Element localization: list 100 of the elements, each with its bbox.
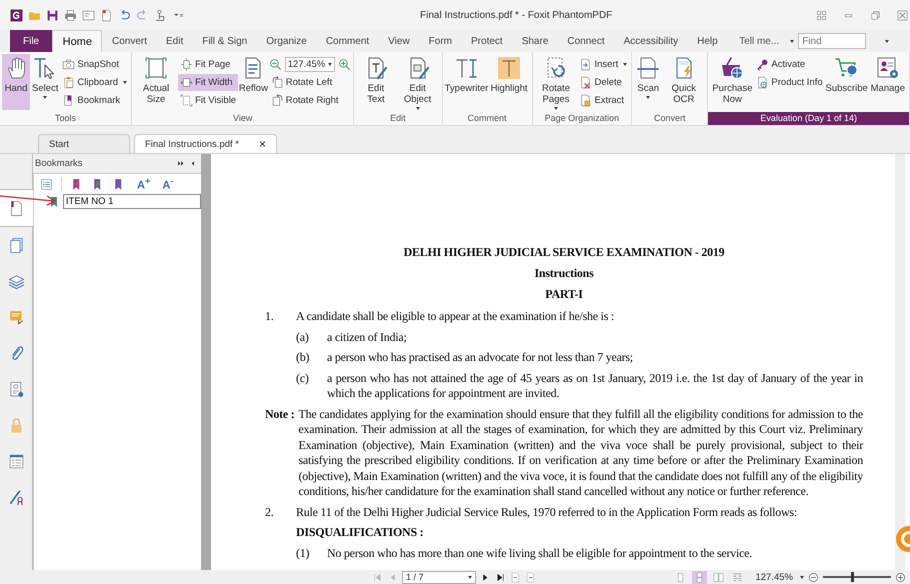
menu-tab[interactable]: Comment: [316, 30, 379, 52]
menu-tab[interactable]: Share: [512, 30, 558, 52]
scrollbar[interactable]: [895, 154, 905, 570]
delete-page-icon: [579, 76, 592, 89]
ribbon-button[interactable]: Highlight: [488, 54, 530, 110]
ribbon-button[interactable]: Rotate Pages: [534, 54, 578, 110]
touch-icon[interactable]: [154, 8, 167, 22]
menu-tab[interactable]: View: [378, 30, 420, 52]
ribbon-button[interactable]: Typewriter: [444, 54, 489, 110]
menu-tab[interactable]: Fill & Sign: [192, 30, 257, 52]
app-logo-icon: [10, 8, 23, 22]
menu-tab[interactable]: Accessibility: [614, 30, 688, 52]
close-tab-button[interactable]: ×: [259, 137, 266, 151]
view-mode-button[interactable]: [692, 570, 708, 584]
ribbon-button[interactable]: Select: [30, 54, 60, 110]
facing-page-icon: [713, 572, 724, 582]
restore-icon[interactable]: [870, 10, 881, 20]
printer-icon[interactable]: [64, 8, 77, 22]
basket-icon: [720, 56, 744, 80]
ribbon-button[interactable]: Scan: [634, 54, 662, 110]
document-tab[interactable]: Final Instructions.pdf * ×: [134, 134, 278, 153]
ribbon-button[interactable]: Hand: [2, 54, 30, 110]
menu-tab[interactable]: Home: [52, 30, 102, 52]
caret-icon[interactable]: [328, 63, 332, 66]
paragraph: The candidates applying for the examination should ensure that they fulfill all the eligibility conditions for admission to the examination. Their admission at all the stages of examination, for which they are admitted by this Court viz. Preliminary Examination (objective), Main Examination (written) and the viva voce shall be purely provisional, subject to their satisfying the prescribed eligibility conditions. If on verification at any time before or after the Preliminary Examination (objective), Main Examination (written) and the viva voce, it is found that the candidate does not fulfill any of the eligibility conditions, his/her candidature for the examination shall stand cancelled without any notice or further reference.: [298, 406, 863, 500]
ribbon-button[interactable]: Insert: [577, 56, 630, 73]
menu-tab[interactable]: Convert: [102, 30, 156, 52]
id-card-icon: [876, 56, 900, 80]
menu-tab[interactable]: Organize: [256, 30, 316, 52]
new-page-icon[interactable]: [100, 8, 113, 22]
save-icon[interactable]: [46, 8, 59, 22]
ribbon-button[interactable]: Product Info: [754, 74, 825, 91]
expand-icon[interactable]: [177, 159, 186, 168]
ribbon-button[interactable]: Rotate Right: [268, 92, 352, 109]
last-page-icon[interactable]: [495, 572, 506, 582]
ribbon-button[interactable]: Subscribe: [824, 54, 869, 110]
menu-tab[interactable]: Protect: [462, 30, 512, 52]
ribbon-button[interactable]: Edit Text: [356, 54, 396, 110]
zoom-out-icon[interactable]: [808, 572, 819, 582]
grid-icon[interactable]: [816, 10, 827, 20]
list-icon[interactable]: [40, 178, 53, 190]
bookmark-name-field[interactable]: ITEM NO 1: [62, 194, 201, 209]
menu-tab[interactable]: Edit: [156, 30, 193, 52]
ribbon-button[interactable]: Clipboard: [60, 74, 130, 91]
ribbon-button[interactable]: Fit Page: [178, 56, 238, 73]
view-mode-button[interactable]: [711, 570, 726, 584]
paragraph: No person who has more than one wife living shall be eligible for appointment to the service.: [327, 546, 753, 561]
zoom-out-icon[interactable]: [268, 58, 282, 71]
menu-tab[interactable]: Connect: [558, 30, 614, 52]
slider-thumb[interactable]: [850, 572, 854, 582]
ribbon-button[interactable]: Reflow: [238, 54, 269, 110]
ribbon-button[interactable]: Delete: [577, 74, 630, 91]
pen-ribbon-icon: [8, 488, 24, 506]
caret-icon[interactable]: [468, 576, 472, 578]
close-icon[interactable]: [897, 10, 908, 20]
zoom-in-icon[interactable]: [895, 572, 906, 582]
font-size-button[interactable]: A$^{-}$: [162, 176, 174, 192]
menu-tab[interactable]: Help: [688, 30, 728, 52]
fit-page-icon: [180, 58, 194, 71]
side-tab[interactable]: [0, 189, 33, 227]
scan-icon: [636, 56, 660, 80]
ribbon-button[interactable]: Activate: [754, 56, 825, 73]
ribbon-button[interactable]: Fit Width: [178, 74, 238, 91]
evaluation-banner: Evaluation (Day 1 of 14): [708, 112, 909, 125]
ribbon-button[interactable]: Extract: [577, 92, 630, 109]
ribbon-button[interactable]: Actual Size: [134, 54, 178, 110]
tell-me-link[interactable]: Tell me...: [739, 36, 780, 46]
paragraph: a citizen of India;: [327, 330, 408, 345]
page-globe-icon: [756, 76, 770, 89]
page-icon: [8, 200, 25, 216]
find-field[interactable]: Find: [798, 33, 866, 49]
fit-width-icon: [180, 76, 194, 89]
page-field[interactable]: 1 / 7: [402, 570, 476, 584]
file-tab[interactable]: File: [10, 30, 52, 52]
ribbon-button[interactable]: Bookmark: [60, 92, 130, 109]
page-forward-icon[interactable]: [525, 572, 536, 582]
caret-icon[interactable]: [885, 40, 890, 42]
ribbon-button[interactable]: Fit Visible: [178, 92, 238, 109]
window-icon[interactable]: [82, 8, 95, 22]
group-label: Page Organization: [544, 112, 620, 125]
page-back-icon[interactable]: [510, 572, 521, 582]
document-tab[interactable]: Start: [38, 134, 130, 153]
caret-icon[interactable]: [800, 576, 804, 578]
zoom-value[interactable]: 127.45%: [755, 572, 793, 582]
item-label: (1): [296, 546, 310, 561]
zoom-in-icon[interactable]: [338, 58, 352, 71]
item-number: 1.: [265, 309, 274, 324]
ribbon-button[interactable]: Edit Object: [396, 54, 440, 110]
key-icon: [756, 58, 770, 71]
ribbon-button[interactable]: Quick OCR: [662, 54, 706, 110]
font-size-button[interactable]: A$^{+}$: [137, 176, 150, 192]
caret-icon[interactable]: [790, 40, 794, 42]
ribbon-button[interactable]: Rotate Left: [268, 74, 352, 91]
paragraph: A candidate shall be eligible to appear at the examination if he/she is :: [296, 309, 615, 324]
zoom-field[interactable]: 127.45%: [284, 57, 336, 72]
menu-tab[interactable]: Form: [419, 30, 462, 52]
ribbon-button[interactable]: Manage: [868, 54, 907, 110]
ribbon-button[interactable]: SnapShot: [60, 56, 130, 73]
group-label: View: [232, 112, 254, 125]
ribbon-button[interactable]: Purchase Now: [710, 54, 754, 110]
